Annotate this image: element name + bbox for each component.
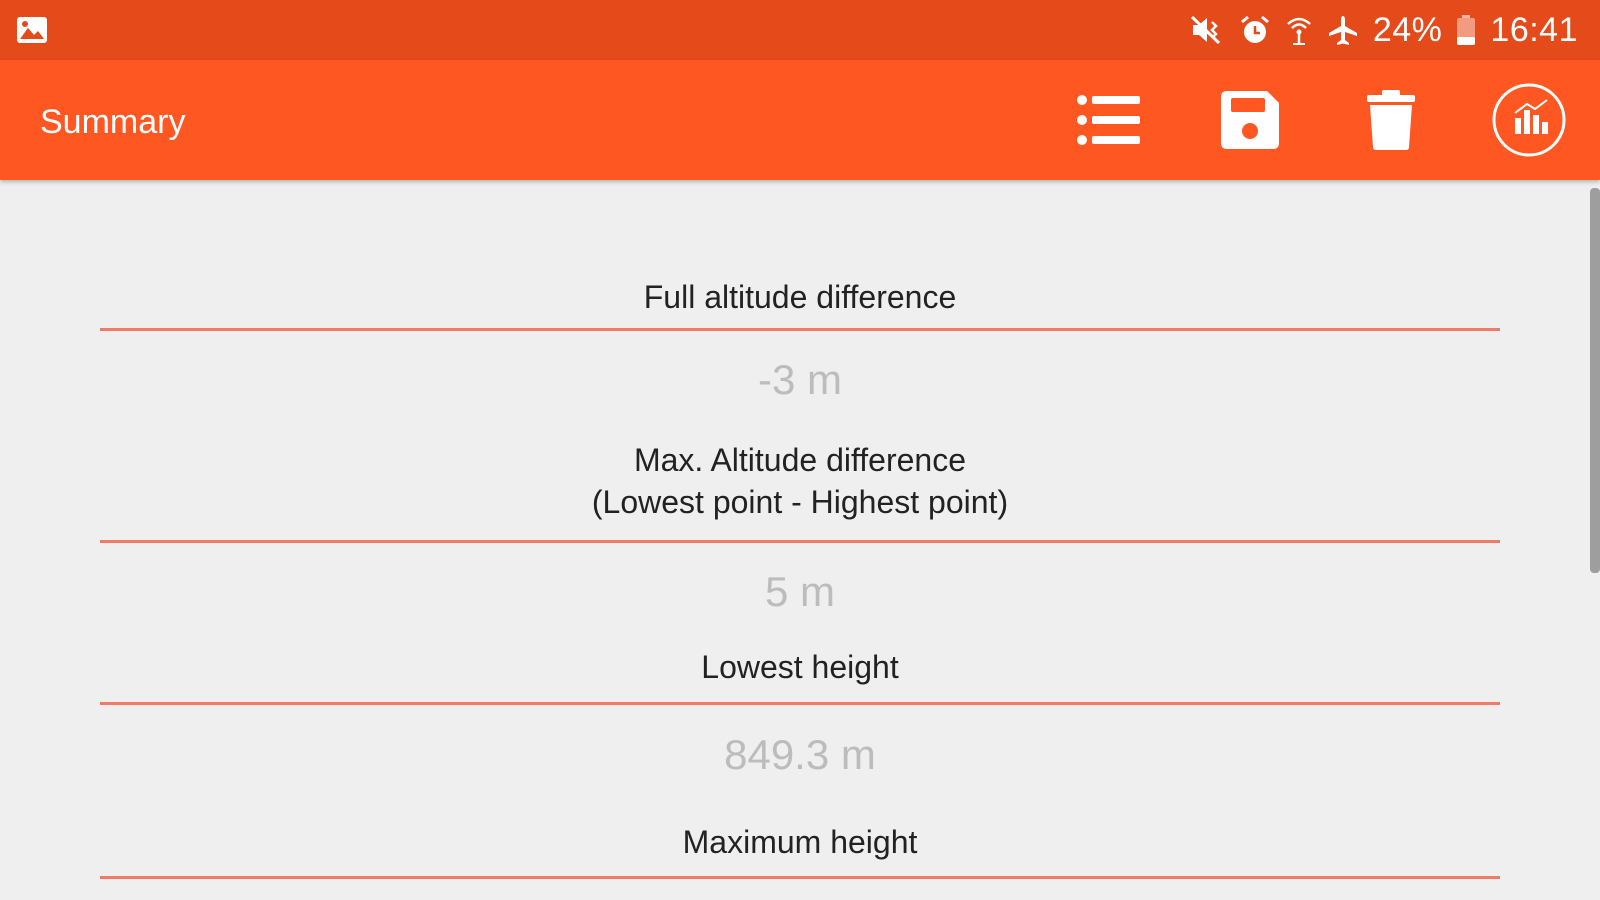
lowest-height-label: Lowest height	[701, 649, 899, 685]
divider	[100, 702, 1500, 705]
status-bar: 24% 16:41	[0, 0, 1600, 60]
app-toolbar: Summary	[0, 60, 1600, 180]
list-icon	[1076, 93, 1142, 152]
maximum-height-label: Maximum height	[682, 824, 918, 860]
max-altitude-value: 5 m	[764, 568, 835, 615]
wifi-calling-icon	[1285, 14, 1313, 46]
divider	[100, 876, 1500, 879]
list-button[interactable]	[1072, 85, 1146, 159]
battery-icon	[1456, 14, 1476, 46]
airplane-icon	[1327, 14, 1359, 46]
status-icons: 24% 16:41	[1189, 0, 1578, 60]
full-altitude-value: -3 m	[758, 356, 842, 403]
delete-icon	[1366, 89, 1416, 156]
scrollbar[interactable]	[1590, 188, 1600, 573]
delete-button[interactable]	[1354, 85, 1428, 159]
full-altitude-label: Full altitude difference	[643, 279, 957, 315]
summary-content: Full altitude difference -3 m Max. Altit…	[0, 180, 1590, 900]
save-button[interactable]	[1213, 85, 1287, 159]
battery-percent: 24%	[1372, 11, 1443, 49]
clock: 16:41	[1490, 11, 1578, 49]
max-altitude-label-line1: Max. Altitude difference	[633, 442, 967, 478]
divider	[100, 328, 1500, 331]
lowest-height-value: 849.3 m	[724, 731, 876, 778]
chart-icon	[1491, 82, 1567, 163]
divider	[100, 540, 1500, 543]
page-title: Summary	[40, 103, 186, 141]
chart-button[interactable]	[1492, 83, 1566, 159]
alarm-icon	[1239, 14, 1271, 46]
save-icon	[1219, 89, 1281, 156]
max-altitude-label-line2: (Lowest point - Highest point)	[591, 484, 1009, 520]
vibrate-mute-icon	[1189, 14, 1225, 46]
gallery-icon	[16, 16, 48, 44]
